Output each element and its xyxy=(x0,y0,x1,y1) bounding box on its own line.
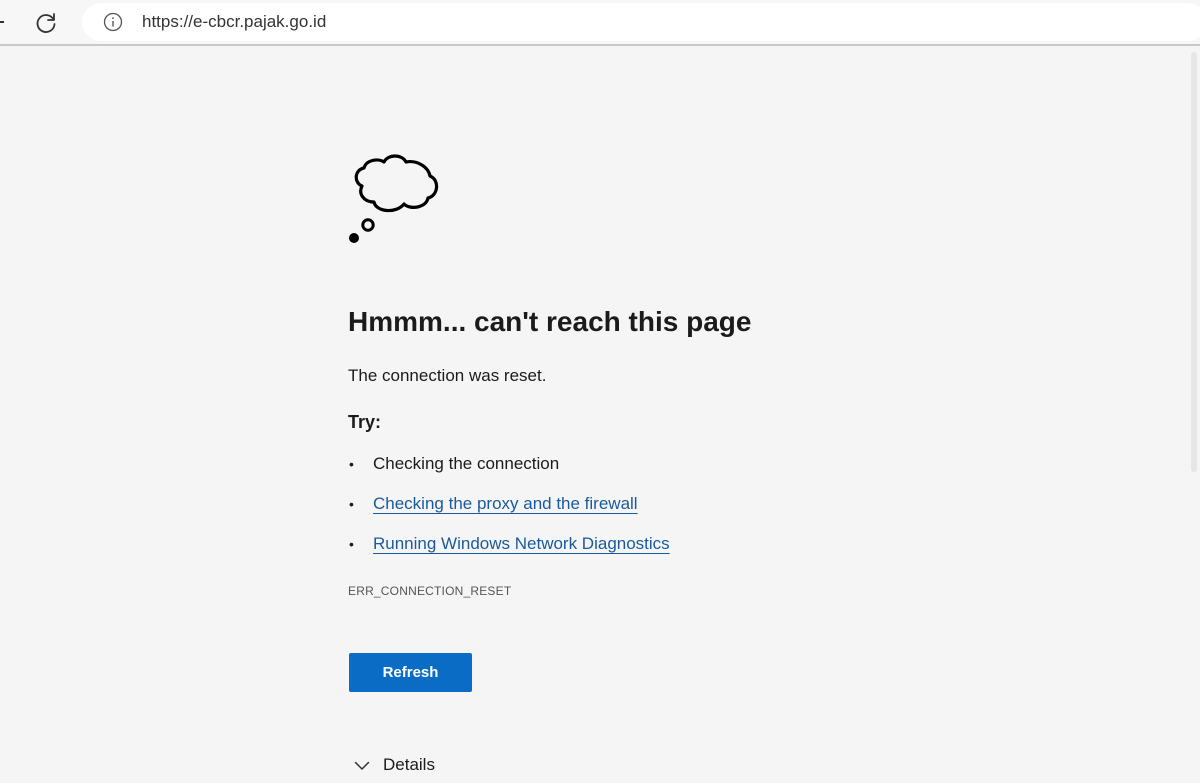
bullet: • xyxy=(349,496,354,512)
url-text[interactable]: https://e-cbcr.pajak.go.id xyxy=(142,12,326,32)
bullet: • xyxy=(349,456,354,472)
error-message: The connection was reset. xyxy=(348,366,547,385)
proxy-firewall-link[interactable]: Checking the proxy and the firewall xyxy=(373,492,638,516)
info-icon[interactable] xyxy=(103,12,123,32)
chevron-down-icon xyxy=(354,759,370,771)
scrollbar-thumb[interactable] xyxy=(1191,52,1197,472)
address-bar[interactable]: https://e-cbcr.pajak.go.id xyxy=(82,3,1200,41)
suggestion-check-connection: Checking the connection xyxy=(373,454,560,473)
try-heading: Try: xyxy=(348,412,382,432)
refresh-button[interactable]: Refresh xyxy=(349,653,472,692)
thought-cloud-icon xyxy=(348,150,448,250)
details-label: Details xyxy=(383,755,435,774)
bullet: • xyxy=(349,536,354,552)
error-code: ERR_CONNECTION_RESET xyxy=(348,584,512,598)
network-diagnostics-link[interactable]: Running Windows Network Diagnostics xyxy=(373,532,670,556)
refresh-icon[interactable] xyxy=(33,10,59,36)
browser-toolbar: https://e-cbcr.pajak.go.id xyxy=(0,0,1200,46)
error-title: Hmmm... can't reach this page xyxy=(348,306,752,337)
back-arrow-icon[interactable] xyxy=(0,21,4,23)
